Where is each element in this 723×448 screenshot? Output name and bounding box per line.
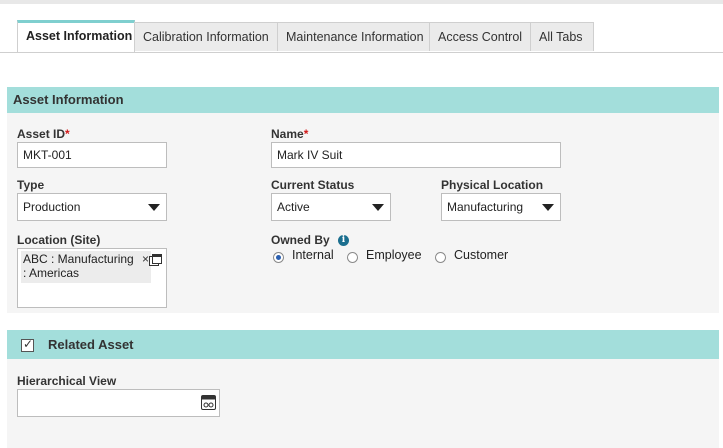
owned-by-employee-label[interactable]: Employee <box>366 248 422 262</box>
chevron-down-icon <box>542 204 554 211</box>
tab-access-control[interactable]: Access Control <box>429 22 531 51</box>
type-select[interactable]: Production <box>17 193 167 221</box>
owned-by-internal-label[interactable]: Internal <box>292 248 334 262</box>
asset-information-panel: Asset Information Asset ID* MKT-001 Name… <box>7 87 719 313</box>
name-label-text: Name <box>271 127 304 141</box>
current-status-value: Active <box>277 200 310 214</box>
type-select-value: Production <box>23 200 81 214</box>
asset-id-label-text: Asset ID <box>17 127 66 141</box>
name-input[interactable]: Mark IV Suit <box>271 142 561 168</box>
physical-location-value: Manufacturing <box>447 200 524 214</box>
related-asset-checkbox[interactable] <box>21 337 34 352</box>
info-icon[interactable]: i <box>338 235 349 246</box>
top-border <box>0 0 723 4</box>
tab-maintenance-information[interactable]: Maintenance Information <box>277 22 430 51</box>
tab-bar: Asset Information Calibration Informatio… <box>0 20 723 53</box>
location-chip-line2: : Americas <box>23 266 80 280</box>
hierarchical-view-input[interactable] <box>17 389 220 417</box>
chevron-down-icon <box>372 204 384 211</box>
asset-id-input[interactable]: MKT-001 <box>17 142 167 168</box>
owned-by-label: Owned By <box>271 233 330 247</box>
tree-picker-icon[interactable] <box>201 395 216 410</box>
window-icon[interactable] <box>149 254 162 267</box>
asset-information-header: Asset Information <box>7 87 719 113</box>
tab-all-tabs[interactable]: All Tabs <box>530 22 594 51</box>
required-marker: * <box>303 127 309 141</box>
location-chip-line1: ABC : Manufacturing <box>23 252 134 266</box>
chevron-down-icon <box>148 204 160 211</box>
current-status-label: Current Status <box>271 178 355 192</box>
hierarchical-view-label: Hierarchical View <box>17 374 117 388</box>
required-marker: * <box>65 127 70 141</box>
name-label: Name* <box>271 127 308 141</box>
related-asset-header: Related Asset <box>7 330 719 359</box>
owned-by-employee-radio[interactable] <box>347 252 358 263</box>
current-status-select[interactable]: Active <box>271 193 391 221</box>
owned-by-customer-label[interactable]: Customer <box>454 248 508 262</box>
physical-location-select[interactable]: Manufacturing <box>441 193 561 221</box>
location-chip: ABC : Manufacturing : Americas × <box>21 251 151 283</box>
owned-by-internal-radio[interactable] <box>273 252 284 263</box>
tab-calibration-information[interactable]: Calibration Information <box>134 22 278 51</box>
tab-asset-information[interactable]: Asset Information <box>17 20 135 52</box>
type-label: Type <box>17 178 45 192</box>
physical-location-label: Physical Location <box>441 178 544 192</box>
related-asset-panel: Related Asset Hierarchical View <box>7 330 719 448</box>
location-site-label: Location (Site) <box>17 233 101 247</box>
owned-by-customer-radio[interactable] <box>435 252 446 263</box>
asset-id-label: Asset ID* <box>17 127 70 141</box>
remove-chip-icon[interactable]: × <box>142 252 149 266</box>
location-site-field[interactable]: ABC : Manufacturing : Americas × <box>17 248 167 308</box>
